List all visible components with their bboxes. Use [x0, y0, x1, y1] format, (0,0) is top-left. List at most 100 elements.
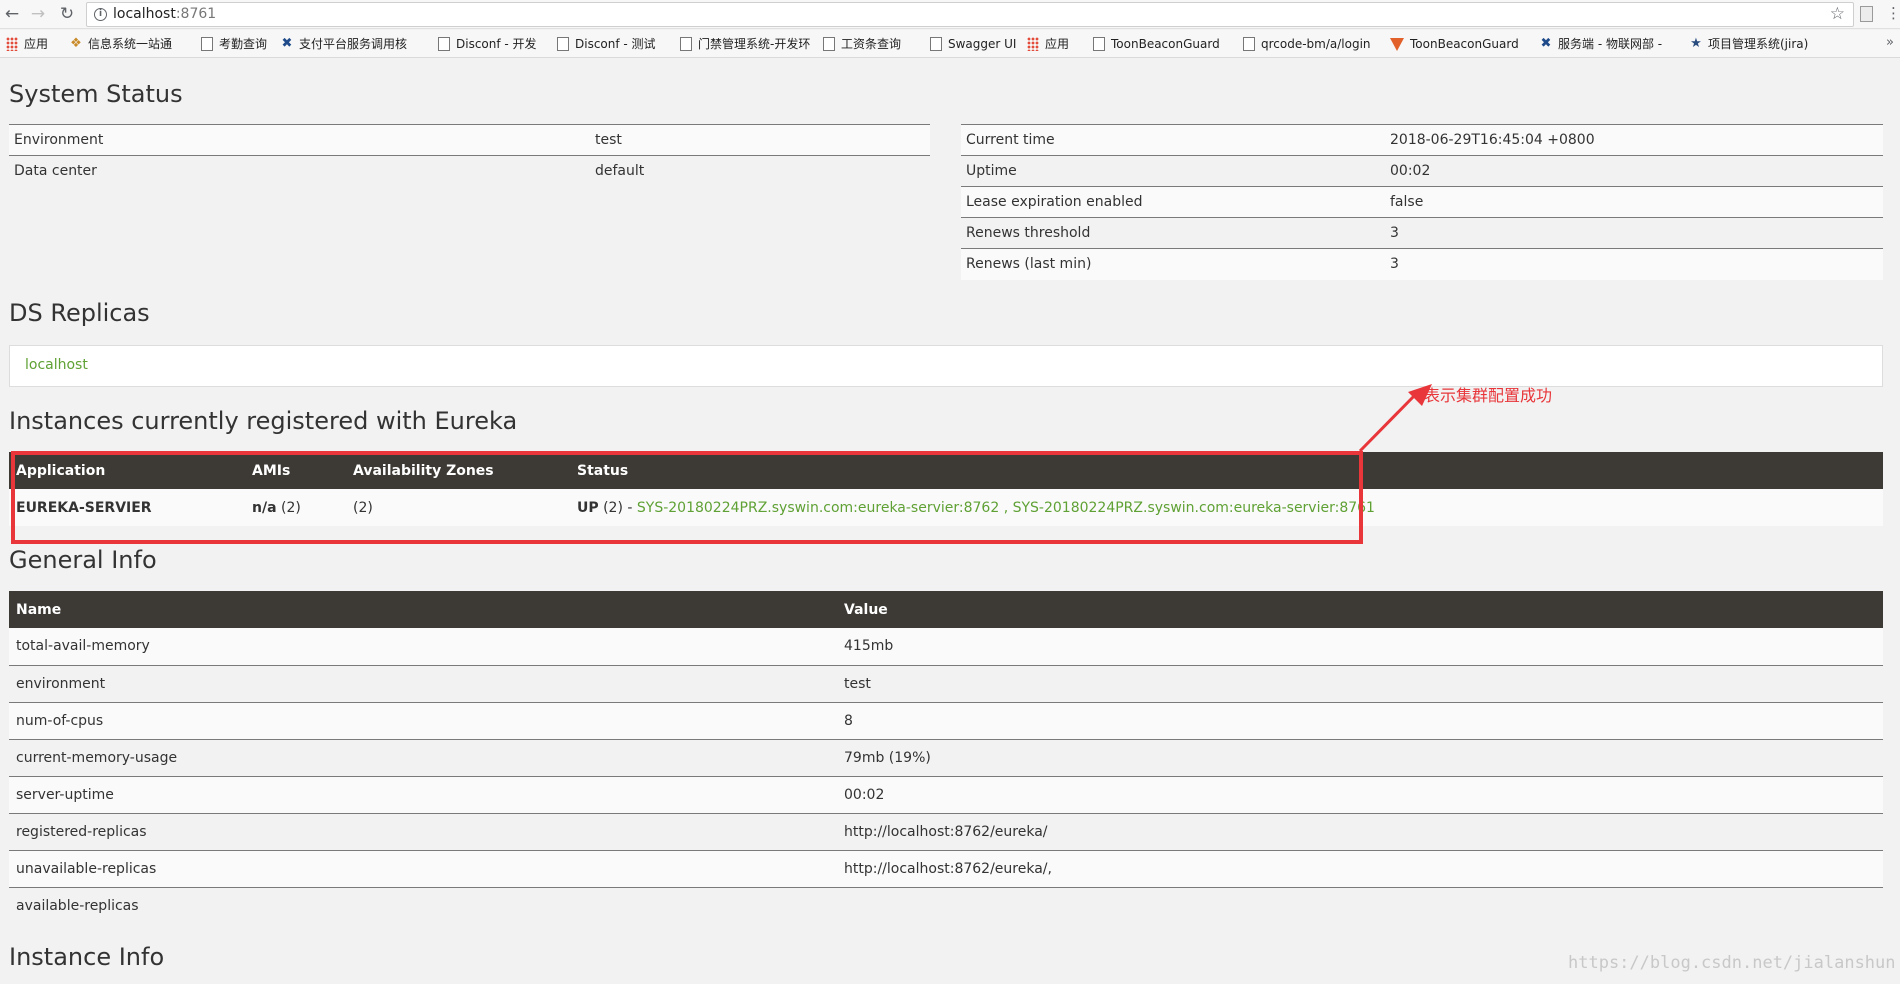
bookmark-item[interactable]: ✖ 支付平台服务调用核	[281, 36, 407, 52]
forward-arrow-icon[interactable]: →	[27, 3, 49, 25]
bookmark-item[interactable]: Swagger UI	[930, 36, 1016, 52]
table-row: server-uptime 00:02	[9, 776, 1883, 814]
bookmark-item[interactable]: ★ 项目管理系统(jira)	[1690, 36, 1808, 52]
status-value: 00:02	[1385, 155, 1883, 187]
page-icon	[1093, 37, 1105, 51]
status-value: 3	[1385, 248, 1883, 280]
page-icon	[438, 37, 450, 51]
annotation-label: 表示集群配置成功	[1424, 386, 1553, 405]
bookmark-item[interactable]: ToonBeaconGuard	[1390, 36, 1519, 52]
info-value: http://localhost:8762/eureka/,	[837, 850, 1883, 888]
gitlab-fox-icon	[1390, 37, 1404, 51]
info-value: 00:02	[837, 776, 1883, 814]
general-info-table: Name Value total-avail-memory 415mb envir…	[9, 591, 1883, 924]
browser-toolbar: ← → ↻ i localhost:8761 ☆ ⋮	[0, 0, 1900, 29]
bookmark-star-icon[interactable]: ☆	[1830, 4, 1845, 24]
column-header: Name	[9, 591, 837, 628]
system-status-table-left: Environment test Data center default	[9, 124, 930, 187]
page-icon	[930, 37, 942, 51]
column-header: Value	[837, 591, 1883, 628]
table-row: Current time 2018-06-29T16:45:04 +0800	[961, 124, 1883, 156]
back-arrow-icon[interactable]: ←	[1, 3, 23, 25]
bookmarks-overflow-icon[interactable]: »	[1886, 35, 1894, 50]
status-value: 2018-06-29T16:45:04 +0800	[1385, 124, 1883, 156]
status-value: test	[590, 124, 930, 156]
info-name: unavailable-replicas	[9, 850, 837, 888]
info-name: environment	[9, 665, 837, 703]
address-bar[interactable]: i localhost:8761 ☆	[86, 2, 1854, 27]
status-label: Current time	[961, 124, 1385, 156]
tools-icon: ✖	[281, 36, 293, 51]
table-row: Lease expiration enabled false	[961, 186, 1883, 218]
replica-link[interactable]: localhost	[25, 357, 88, 373]
extension-icon[interactable]	[1860, 6, 1873, 22]
info-name: current-memory-usage	[9, 739, 837, 777]
status-label: Renews threshold	[961, 217, 1385, 249]
info-name: available-replicas	[9, 887, 837, 924]
bookmark-item[interactable]: 应用	[1027, 36, 1069, 52]
bookmark-item[interactable]: qrcode-bm/a/login	[1243, 36, 1371, 52]
info-value: http://localhost:8762/eureka/	[837, 813, 1883, 851]
ds-replicas-heading: DS Replicas	[9, 299, 150, 327]
tools-icon: ✖	[1540, 36, 1552, 51]
info-name: server-uptime	[9, 776, 837, 814]
brand-logo-icon: ❖	[70, 36, 82, 51]
bookmark-item[interactable]: Disconf - 开发	[438, 36, 537, 52]
bookmark-item[interactable]: 应用	[6, 36, 48, 52]
info-name: registered-replicas	[9, 813, 837, 851]
table-row: current-memory-usage 79mb (19%)	[9, 739, 1883, 777]
status-label: Data center	[9, 155, 590, 187]
info-value	[837, 887, 1883, 924]
table-row: Uptime 00:02	[961, 155, 1883, 187]
status-label: Uptime	[961, 155, 1385, 187]
bookmark-item[interactable]: ❖ 信息系统一站通	[70, 36, 172, 52]
bookmark-item[interactable]: Disconf - 测试	[557, 36, 656, 52]
table-row: Environment test	[9, 124, 930, 156]
page-icon	[1243, 37, 1255, 51]
ds-replicas-list: localhost	[9, 345, 1883, 387]
info-value: 8	[837, 702, 1883, 740]
general-info-heading: General Info	[9, 546, 157, 574]
site-info-icon[interactable]: i	[94, 8, 107, 21]
table-row: total-avail-memory 415mb	[9, 628, 1883, 666]
table-row: Renews threshold 3	[961, 217, 1883, 249]
status-label: Lease expiration enabled	[961, 186, 1385, 218]
page-icon	[557, 37, 569, 51]
system-status-heading: System Status	[9, 80, 183, 108]
status-value: false	[1385, 186, 1883, 218]
info-value: 79mb (19%)	[837, 739, 1883, 777]
info-name: num-of-cpus	[9, 702, 837, 740]
table-row: registered-replicas http://localhost:8762…	[9, 813, 1883, 851]
table-row: Renews (last min) 3	[961, 248, 1883, 280]
bookmark-item[interactable]: ToonBeaconGuard	[1093, 36, 1220, 52]
table-row: unavailable-replicas http://localhost:876…	[9, 850, 1883, 888]
info-value: 415mb	[837, 628, 1883, 666]
page-icon	[680, 37, 692, 51]
table-row: Data center default	[9, 155, 930, 187]
status-label: Environment	[9, 124, 590, 156]
apps-grid-icon	[1027, 37, 1039, 51]
bookmarks-bar: 应用 ❖ 信息系统一站通 考勤查询 ✖ 支付平台服务调用核 Disconf - 开发…	[0, 30, 1900, 58]
bookmark-item[interactable]: 门禁管理系统-开发环	[680, 36, 810, 52]
jira-mascot-icon: ★	[1690, 36, 1702, 51]
url-text: localhost:8761	[113, 6, 217, 22]
reload-icon[interactable]: ↻	[56, 3, 78, 25]
table-row: environment test	[9, 665, 1883, 703]
info-value: test	[837, 665, 1883, 703]
table-row: available-replicas	[9, 887, 1883, 924]
page-icon	[201, 37, 213, 51]
system-status-table-right: Current time 2018-06-29T16:45:04 +0800 U…	[961, 124, 1883, 280]
annotation-highlight-box	[11, 451, 1363, 544]
bookmark-item[interactable]: 工资条查询	[823, 36, 901, 52]
instances-heading: Instances currently registered with Eure…	[9, 407, 518, 435]
table-row: num-of-cpus 8	[9, 702, 1883, 740]
browser-menu-icon[interactable]: ⋮	[1886, 4, 1900, 22]
info-name: total-avail-memory	[9, 628, 837, 666]
bookmark-item[interactable]: ✖ 服务端 - 物联网部 -	[1540, 36, 1663, 52]
instance-info-heading: Instance Info	[9, 943, 165, 971]
bookmark-item[interactable]: 考勤查询	[201, 36, 267, 52]
table-header-row: Name Value	[9, 591, 1883, 628]
status-value: default	[590, 155, 930, 187]
status-value: 3	[1385, 217, 1883, 249]
watermark-text: https://blog.csdn.net/jialanshun	[1568, 953, 1896, 973]
